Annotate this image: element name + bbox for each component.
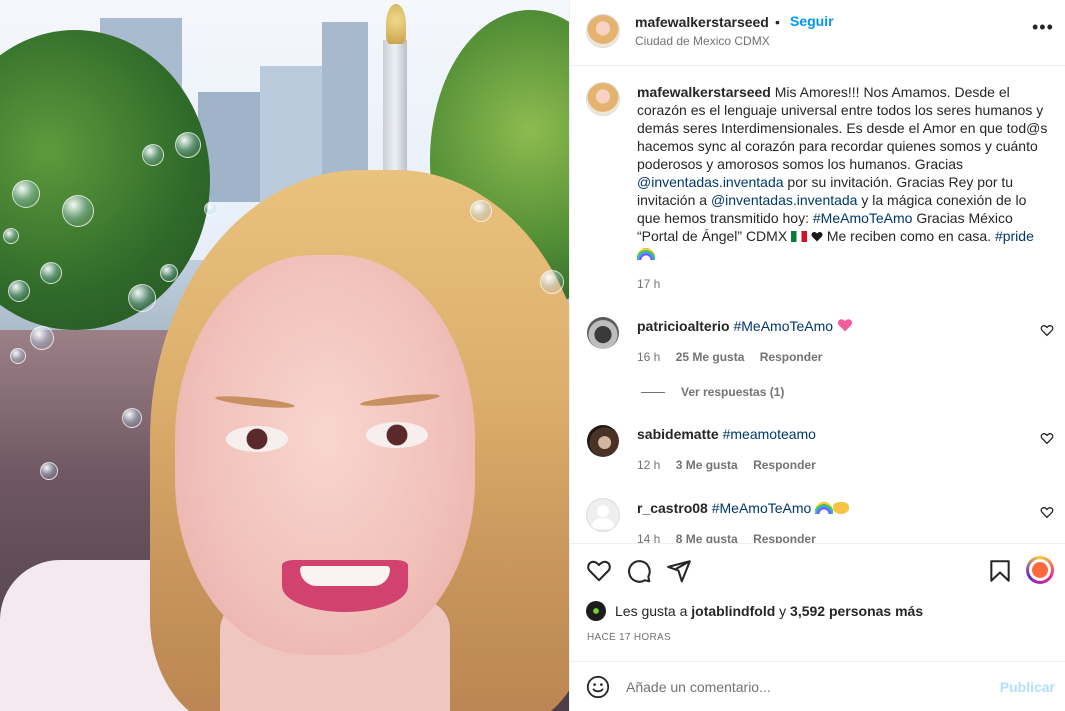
photo-bubble	[12, 180, 40, 208]
comment-like-heart-icon[interactable]	[1040, 505, 1054, 519]
replies-divider	[641, 392, 665, 394]
header-separator: •	[775, 14, 780, 30]
photo-bubble	[40, 462, 58, 480]
add-comment-bar: Publicar	[570, 661, 1065, 711]
comment-likes[interactable]: 8 Me gusta	[676, 532, 738, 543]
likes-prefix: Les gusta a	[615, 603, 692, 619]
black-heart-emoji	[811, 232, 823, 242]
rainbow-emoji	[815, 502, 834, 514]
action-bar	[570, 543, 1065, 601]
comment-time: 16 h	[637, 350, 661, 364]
photo-bubble	[142, 144, 164, 166]
post-photo[interactable]	[0, 0, 569, 711]
commenter-avatar[interactable]	[587, 425, 619, 457]
reply-button[interactable]: Responder	[753, 532, 816, 543]
photo-bubble	[470, 200, 492, 222]
mention-link[interactable]: @inventadas.inventada	[711, 192, 858, 208]
comments-list[interactable]: mafewalkerstarseed Mis Amores!!! Nos Ama…	[570, 67, 1065, 543]
photo-bubble	[8, 280, 30, 302]
comment-icon[interactable]	[626, 558, 652, 584]
caption-text: Me reciben como en casa.	[822, 228, 995, 244]
photo-eye	[366, 422, 428, 448]
liker-avatar[interactable]	[586, 601, 606, 621]
photo-bubble	[540, 270, 564, 294]
likes-middle: y	[775, 603, 791, 619]
photo-teeth	[300, 566, 390, 586]
post-location[interactable]: Ciudad de Mexico CDMX	[635, 34, 770, 48]
photo-bubble	[10, 348, 26, 364]
reply-button[interactable]: Responder	[760, 350, 823, 364]
comment-meta: 16 h 25 Me gusta Responder	[637, 350, 834, 364]
photo-bubble	[40, 262, 62, 284]
comment-like-heart-icon[interactable]	[1040, 431, 1054, 445]
caption-avatar[interactable]	[587, 83, 619, 115]
caption-username[interactable]: mafewalkerstarseed	[637, 84, 771, 100]
photo-building	[322, 22, 368, 192]
view-replies-label: Ver respuestas (1)	[681, 385, 785, 399]
emoji-icon[interactable]	[586, 675, 610, 699]
comment-meta: 12 h 3 Me gusta Responder	[637, 458, 828, 472]
comment-text: patricioalterio #MeAmoTeAmo	[637, 317, 853, 335]
mexico-flag-emoji	[791, 231, 808, 242]
share-icon[interactable]	[666, 558, 692, 584]
likes-text: Les gusta a jotablindfold y 3,592 person…	[615, 603, 923, 619]
likes-count[interactable]: 3,592 personas más	[790, 603, 923, 619]
photo-bubble	[62, 195, 94, 227]
hashtag-link[interactable]: #pride	[995, 228, 1034, 244]
heart-hands-emoji	[833, 502, 850, 514]
photo-bubble	[128, 284, 156, 312]
photo-angel-statue	[386, 4, 406, 44]
comment-text: r_castro08 #MeAmoTeAmo	[637, 499, 850, 517]
comment-meta: 14 h 8 Me gusta Responder	[637, 532, 828, 543]
photo-bubble	[175, 132, 201, 158]
author-username[interactable]: mafewalkerstarseed	[635, 14, 769, 30]
comment-time: 14 h	[637, 532, 661, 543]
download-core	[1032, 562, 1048, 578]
view-replies-button[interactable]: Ver respuestas (1)	[641, 385, 784, 399]
commenter-username[interactable]: patricioalterio	[637, 318, 730, 334]
follow-button[interactable]: Seguir	[790, 13, 834, 29]
pink-heart-emoji	[837, 319, 852, 332]
heart-icon[interactable]	[586, 558, 612, 584]
author-avatar[interactable]	[587, 15, 619, 47]
post-header: mafewalkerstarseed • Seguir Ciudad de Me…	[570, 0, 1065, 66]
download-extension-icon[interactable]	[1026, 556, 1054, 584]
posted-time: HACE 17 HORAS	[587, 632, 671, 643]
comment-likes[interactable]: 25 Me gusta	[676, 350, 745, 364]
comment-like-heart-icon[interactable]	[1040, 323, 1054, 337]
comment-text: sabidematte #meamoteamo	[637, 425, 816, 443]
commenter-avatar[interactable]	[587, 317, 619, 349]
post-detail-panel: mafewalkerstarseed • Seguir Ciudad de Me…	[569, 0, 1065, 711]
photo-bubble	[204, 202, 218, 216]
bookmark-icon[interactable]	[987, 558, 1013, 584]
liker-username[interactable]: jotablindfold	[691, 603, 775, 619]
more-options-icon[interactable]: •••	[1032, 18, 1053, 40]
comment-time: 12 h	[637, 458, 661, 472]
photo-bubble	[30, 326, 54, 350]
photo-bubble	[122, 408, 142, 428]
post-caption: mafewalkerstarseed Mis Amores!!! Nos Ama…	[637, 83, 1049, 263]
comment-likes[interactable]: 3 Me gusta	[676, 458, 738, 472]
comment-input[interactable]	[626, 675, 986, 699]
rainbow-emoji	[637, 248, 655, 260]
photo-bubble	[160, 264, 178, 282]
commenter-username[interactable]: r_castro08	[637, 500, 708, 516]
commenter-username[interactable]: sabidematte	[637, 426, 719, 442]
publish-button[interactable]: Publicar	[1000, 679, 1055, 695]
mention-link[interactable]: @inventadas.inventada	[637, 174, 784, 190]
hashtag-link[interactable]: #MeAmoTeAmo	[813, 210, 913, 226]
reply-button[interactable]: Responder	[753, 458, 816, 472]
hashtag-link[interactable]: #MeAmoTeAmo	[712, 500, 812, 516]
default-avatar-icon	[591, 505, 615, 529]
photo-eye	[226, 426, 288, 452]
caption-time: 17 h	[637, 277, 661, 291]
hashtag-link[interactable]: #meamoteamo	[723, 426, 816, 442]
hashtag-link[interactable]: #MeAmoTeAmo	[733, 318, 833, 334]
commenter-avatar[interactable]	[587, 499, 619, 531]
photo-bubble	[3, 228, 19, 244]
